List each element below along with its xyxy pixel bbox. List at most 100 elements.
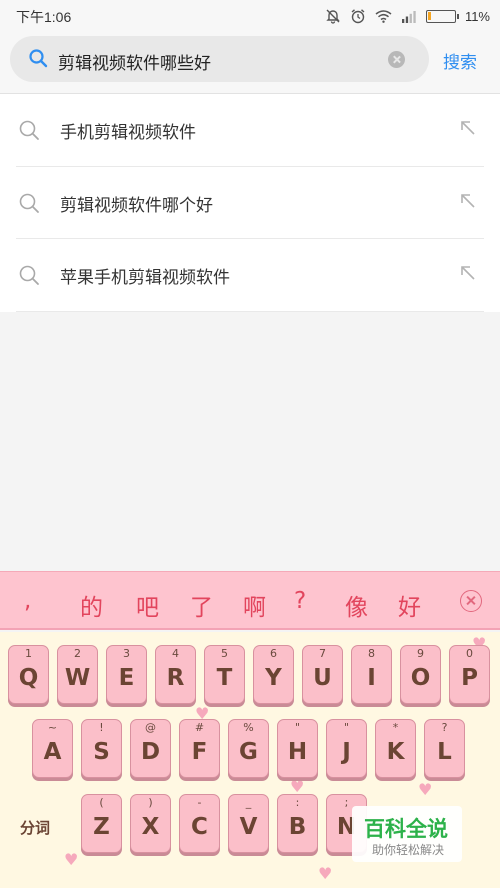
suggestion-item[interactable]: 苹果手机剪辑视频软件	[16, 239, 484, 312]
key-secondary-label: 8	[368, 647, 375, 660]
key-c[interactable]: -C	[179, 794, 220, 853]
alarm-icon	[351, 9, 365, 24]
fill-query-arrow-icon[interactable]	[460, 193, 476, 209]
key-secondary-label: 4	[172, 647, 179, 660]
search-query[interactable]: 剪辑视频软件哪些好	[58, 49, 211, 74]
candidate-item[interactable]: 好	[398, 588, 421, 622]
suggestion-item[interactable]: 手机剪辑视频软件	[16, 94, 484, 167]
key-letter: T	[216, 665, 233, 691]
key-z[interactable]: (Z	[81, 794, 122, 853]
watermark-subtitle: 助你轻松解决	[372, 843, 445, 857]
key-letter: C	[191, 814, 208, 840]
key-letter: Y	[265, 665, 282, 691]
key-secondary-label: 0	[466, 647, 473, 660]
key-letter: S	[93, 739, 110, 765]
key-b[interactable]: :B	[277, 794, 318, 853]
search-button[interactable]: 搜索	[443, 48, 477, 73]
key-letter: Q	[18, 665, 39, 691]
key-w[interactable]: 2W	[57, 645, 98, 704]
close-candidates-icon[interactable]	[460, 590, 482, 612]
key-secondary-label: :	[295, 796, 300, 809]
key-k[interactable]: * K	[375, 719, 416, 778]
key-secondary-label: )	[148, 796, 153, 809]
key-secondary-label: ?	[441, 721, 448, 734]
key-q[interactable]: 1Q	[8, 645, 49, 704]
candidate-item[interactable]: ,	[24, 588, 31, 614]
key-letter: P	[461, 665, 478, 691]
key-secondary-label: (	[99, 796, 104, 809]
key-letter: R	[166, 665, 185, 691]
key-secondary-label: _	[245, 796, 252, 809]
key-x[interactable]: ) X	[130, 794, 171, 853]
key-u[interactable]: 7U	[302, 645, 343, 704]
key-letter: Z	[93, 814, 110, 840]
heart-decoration: ♥	[418, 780, 433, 799]
key-letter: E	[118, 665, 135, 691]
key-letter: K	[386, 739, 405, 765]
key-p[interactable]: 0P	[449, 645, 490, 704]
key-letter: F	[191, 739, 208, 765]
key-e[interactable]: 3E	[106, 645, 147, 704]
key-letter: W	[64, 665, 91, 691]
key-y[interactable]: 6Y	[253, 645, 294, 704]
key-o[interactable]: 9O	[400, 645, 441, 704]
signal-icon	[401, 10, 416, 23]
key-letter: J	[342, 739, 351, 765]
candidate-item[interactable]: 的	[80, 588, 103, 622]
search-header: 剪辑视频软件哪些好 搜索	[0, 32, 500, 94]
key-d[interactable]: @ D	[130, 719, 171, 778]
fill-query-arrow-icon[interactable]	[460, 120, 476, 136]
key-t[interactable]: 5T	[204, 645, 245, 704]
candidate-item[interactable]: 啊	[243, 588, 266, 622]
candidate-item[interactable]: ?	[294, 588, 306, 614]
suggestion-text: 剪辑视频软件哪个好	[60, 195, 213, 216]
key-a[interactable]: ~ A	[32, 719, 73, 778]
key-secondary-label: "	[343, 721, 350, 734]
search-icon	[19, 120, 39, 140]
bell-off-icon	[326, 9, 340, 24]
key-j[interactable]: " J	[326, 719, 367, 778]
battery-icon	[425, 9, 459, 23]
watermark-title: 百科全说	[364, 817, 448, 841]
fill-query-arrow-icon[interactable]	[460, 265, 476, 281]
status-time: 下午1:06	[16, 9, 72, 25]
key-secondary-label: 3	[123, 647, 130, 660]
key-letter: V	[239, 814, 258, 840]
key-g[interactable]: % G	[228, 719, 269, 778]
search-icon	[19, 193, 39, 213]
key-letter: L	[437, 739, 452, 765]
suggestion-list: 手机剪辑视频软件 剪辑视频软件哪个好 苹果手机剪辑视频软件	[0, 94, 500, 312]
key-secondary-label: 2	[74, 647, 81, 660]
candidate-bar: , 的 吧 了 啊 ? 像 好	[0, 571, 500, 630]
key-letter: A	[43, 739, 62, 765]
key-l[interactable]: ? L	[424, 719, 465, 778]
suggestion-text: 手机剪辑视频软件	[60, 123, 196, 143]
split-word-key[interactable]: 分词	[20, 817, 50, 838]
key-letter: G	[239, 739, 258, 765]
heart-decoration: ♥	[64, 850, 79, 869]
key-f[interactable]: # F	[179, 719, 220, 778]
key-secondary-label: !	[99, 721, 104, 734]
suggestion-item[interactable]: 剪辑视频软件哪个好	[16, 167, 484, 240]
key-h[interactable]: " H	[277, 719, 318, 778]
wifi-icon	[375, 10, 392, 23]
key-letter: D	[140, 739, 161, 765]
key-secondary-label: 5	[221, 647, 228, 660]
candidate-item[interactable]: 吧	[136, 588, 159, 622]
key-secondary-label: -	[197, 796, 202, 809]
search-icon	[29, 49, 48, 68]
candidate-item[interactable]: 像	[345, 588, 368, 622]
status-icons: 11%	[325, 6, 490, 26]
battery-level	[427, 11, 431, 20]
key-i[interactable]: 8I	[351, 645, 392, 704]
key-r[interactable]: 4R	[155, 645, 196, 704]
candidate-item[interactable]: 了	[190, 588, 213, 622]
heart-decoration: ♥	[318, 864, 333, 883]
suggestion-text: 苹果手机剪辑视频软件	[60, 268, 230, 289]
clear-icon[interactable]	[388, 51, 405, 68]
key-s[interactable]: ! S	[81, 719, 122, 778]
key-v[interactable]: _ V	[228, 794, 269, 853]
key-secondary-label: ~	[47, 721, 58, 734]
watermark: 百科全说 助你轻松解决	[352, 806, 462, 862]
search-input[interactable]: 剪辑视频软件哪些好	[10, 36, 429, 82]
